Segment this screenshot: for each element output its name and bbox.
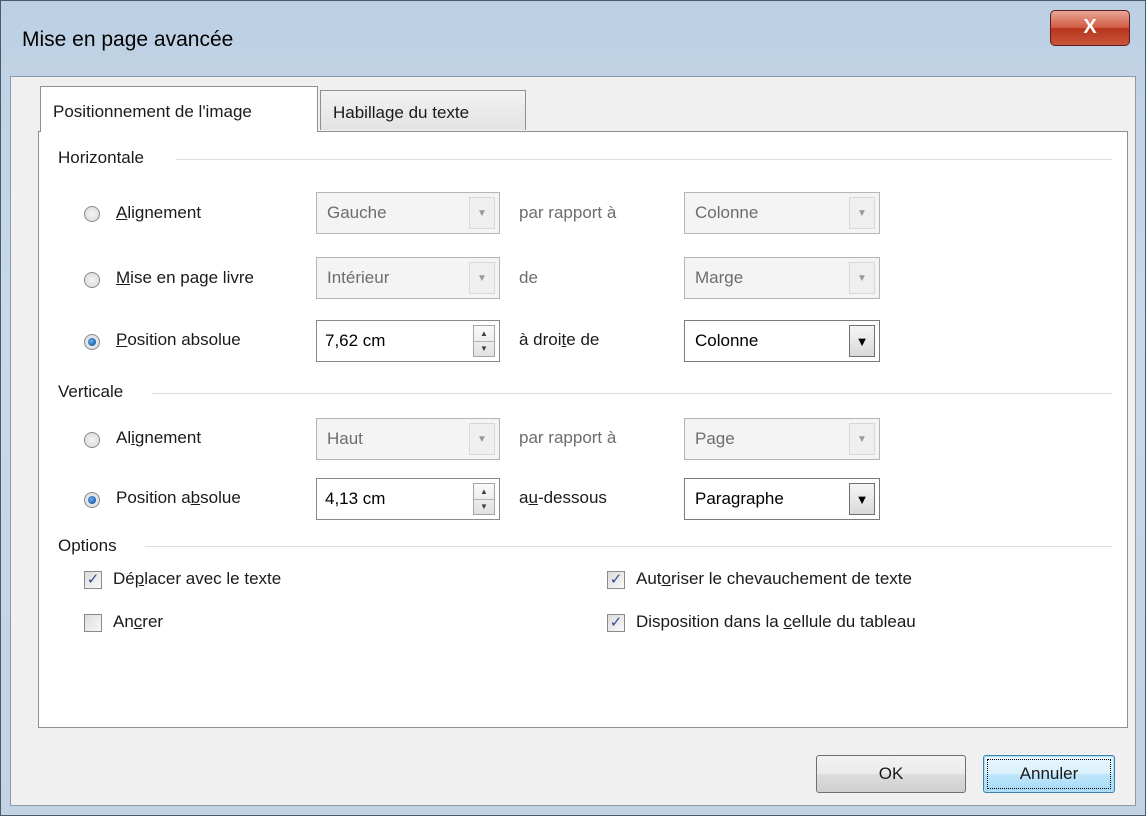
dialog-title: Mise en page avancée: [22, 28, 234, 51]
section-vertical: Verticale: [58, 382, 124, 401]
chevron-down-icon: ▼: [849, 483, 875, 515]
section-horizontal: Horizontale: [58, 148, 144, 167]
label-anchor: Ancrer: [113, 612, 164, 631]
chevron-down-icon: ▼: [469, 197, 495, 229]
check-icon: ✓: [86, 571, 100, 588]
stepper-buttons: ▲ ▼: [473, 325, 495, 357]
label-allow-overlap: Autoriser le chevauchement de texte: [636, 569, 912, 588]
spin-v-position[interactable]: 4,13 cm ▲ ▼: [316, 478, 500, 520]
chevron-down-icon: ▼: [849, 325, 875, 357]
chevron-down-icon: ▼: [469, 423, 495, 455]
label-move-with-text: Déplacer avec le texte: [113, 569, 282, 588]
checkbox-move-with-text[interactable]: ✓: [84, 571, 102, 589]
label-below: au-dessous: [519, 488, 607, 507]
combo-value: Marge: [695, 268, 744, 287]
radio-book-layout[interactable]: [84, 272, 100, 288]
spin-h-position[interactable]: 7,62 cm ▲ ▼: [316, 320, 500, 362]
radio-v-absolute[interactable]: [84, 492, 100, 508]
chevron-down-icon: ▼: [849, 423, 875, 455]
section-divider: [176, 159, 1112, 160]
combo-book-layout[interactable]: Intérieur ▼: [316, 257, 500, 299]
combo-value: Intérieur: [327, 268, 390, 287]
combo-v-absolute-target[interactable]: Paragraphe ▼: [684, 478, 880, 520]
spin-value: 7,62 cm: [325, 331, 386, 350]
checkbox-anchor[interactable]: [84, 614, 102, 632]
combo-h-absolute-target[interactable]: Colonne ▼: [684, 320, 880, 362]
section-divider: [152, 393, 1112, 394]
check-icon: ✓: [609, 571, 623, 588]
close-icon: X: [1083, 16, 1097, 38]
radio-h-absolute[interactable]: [84, 334, 100, 350]
arrow-up-icon[interactable]: ▲: [474, 326, 494, 342]
combo-value: Page: [695, 429, 735, 448]
close-button[interactable]: X: [1050, 10, 1130, 46]
radio-v-alignment[interactable]: [84, 432, 100, 448]
label-relative-to: par rapport à: [519, 203, 617, 222]
spin-value: 4,13 cm: [325, 489, 386, 508]
arrow-down-icon[interactable]: ▼: [474, 499, 494, 514]
combo-value: Gauche: [327, 203, 387, 222]
label-right-of: à droite de: [519, 330, 600, 349]
label-layout-in-cell: Disposition dans la cellule du tableau: [636, 612, 916, 631]
label-h-absolute: Position absolue: [116, 330, 241, 349]
checkbox-layout-in-cell[interactable]: ✓: [607, 614, 625, 632]
arrow-down-icon[interactable]: ▼: [474, 341, 494, 356]
radio-h-alignment[interactable]: [84, 206, 100, 222]
combo-v-alignment[interactable]: Haut ▼: [316, 418, 500, 460]
combo-h-alignment[interactable]: Gauche ▼: [316, 192, 500, 234]
label-v-absolute: Position absolue: [116, 488, 241, 507]
label-relative-to: par rapport à: [519, 428, 617, 447]
chevron-down-icon: ▼: [469, 262, 495, 294]
arrow-up-icon[interactable]: ▲: [474, 484, 494, 500]
tab-image-position[interactable]: Positionnement de l'image: [40, 86, 318, 132]
combo-value: Colonne: [695, 203, 759, 222]
combo-value: Colonne: [695, 331, 759, 350]
combo-value: Haut: [327, 429, 363, 448]
tab-text-wrapping[interactable]: Habillage du texte: [320, 90, 526, 130]
label-v-alignment: Alignement: [116, 428, 202, 447]
focus-ring: [987, 759, 1111, 789]
chevron-down-icon: ▼: [849, 197, 875, 229]
chevron-down-icon: ▼: [849, 262, 875, 294]
ok-button[interactable]: OK: [816, 755, 966, 793]
label-h-alignment: Alignement: [116, 203, 202, 222]
section-divider: [145, 546, 1112, 547]
section-options: Options: [58, 536, 117, 555]
combo-h-alignment-target[interactable]: Colonne ▼: [684, 192, 880, 234]
check-icon: ✓: [609, 614, 623, 631]
stepper-buttons: ▲ ▼: [473, 483, 495, 515]
label-of: de: [519, 268, 538, 287]
cancel-button[interactable]: Annuler: [983, 755, 1115, 793]
checkbox-allow-overlap[interactable]: ✓: [607, 571, 625, 589]
combo-v-alignment-target[interactable]: Page ▼: [684, 418, 880, 460]
combo-book-target[interactable]: Marge ▼: [684, 257, 880, 299]
combo-value: Paragraphe: [695, 489, 784, 508]
label-book-layout: Mise en page livre: [116, 268, 254, 287]
